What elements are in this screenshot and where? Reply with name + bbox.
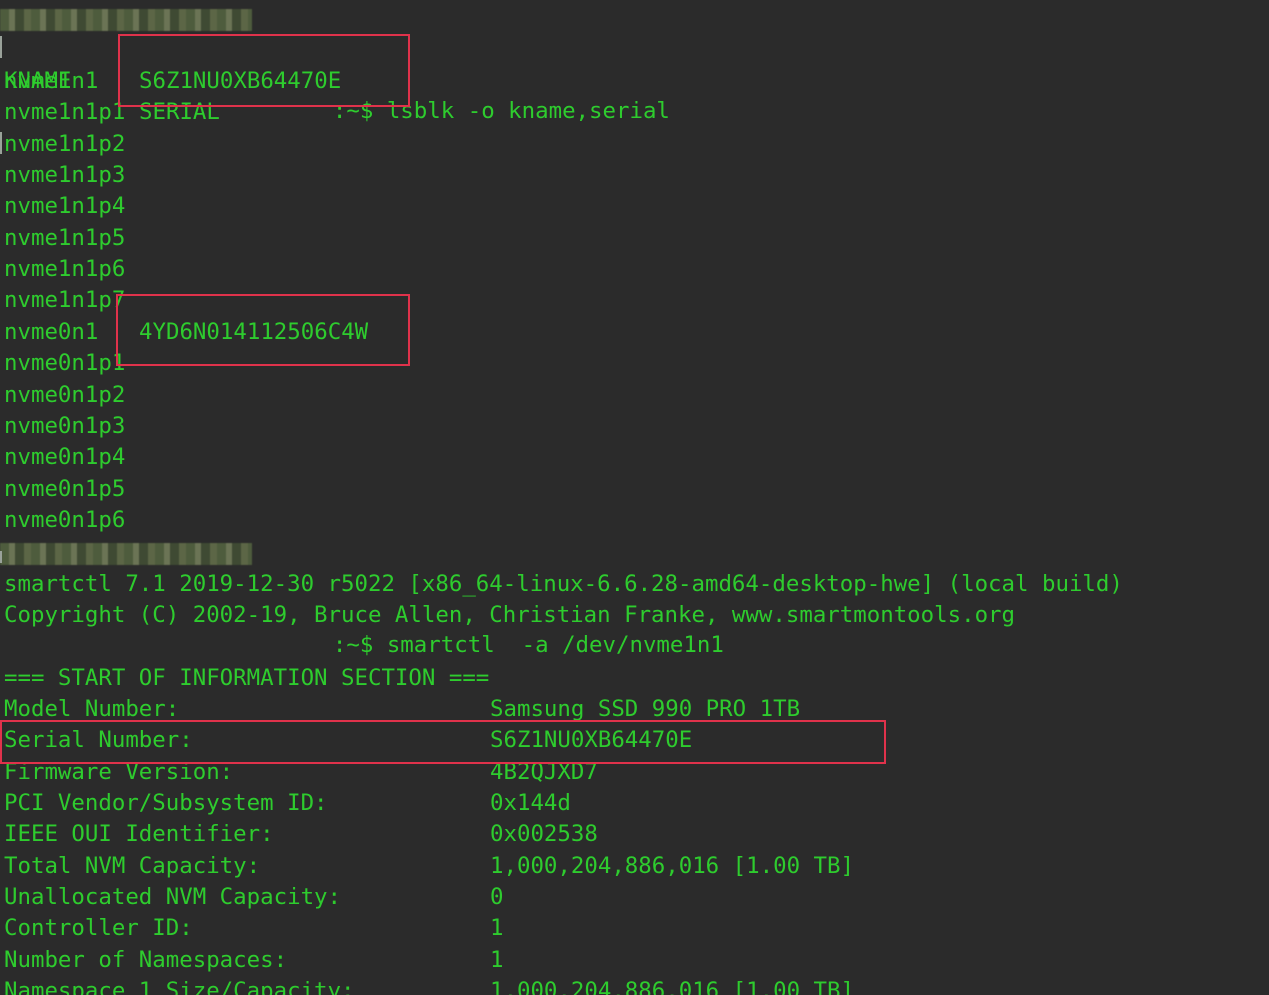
prompt-symbol: :~$ [332, 632, 374, 658]
info-row: PCI Vendor/Subsystem ID: 0x144d [4, 788, 1104, 819]
redacted-hostname [0, 543, 252, 565]
lsblk-row: nvme0n1p2 [4, 380, 604, 411]
lsblk-kname: nvme0n1p2 [4, 381, 126, 408]
left-edge-mark [0, 551, 2, 563]
lsblk-row: nvme0n1p5 [4, 474, 604, 505]
lsblk-row: nvme0n1p6 [4, 505, 604, 536]
lsblk-kname: nvme0n1p3 [4, 412, 126, 439]
terminal-window[interactable]: :~$ lsblk -o kname,serial KNAME SERIAL n… [0, 0, 1269, 995]
lsblk-row: nvme0n1p3 [4, 411, 604, 442]
lsblk-kname: nvme0n1 [4, 318, 99, 345]
highlight-box-serial-header [118, 34, 410, 107]
lsblk-kname: nvme0n1p1 [4, 350, 126, 377]
highlight-box-serial-number [0, 720, 886, 764]
info-value: 1 [490, 915, 504, 942]
info-key: Controller ID: [4, 915, 193, 942]
lsblk-row: nvme1n1p4 [4, 191, 604, 222]
info-value: 1,000,204,886,016 [1.00 TB] [490, 978, 854, 995]
lsblk-row: nvme1n1p3 [4, 160, 604, 191]
info-row: Total NVM Capacity: 1,000,204,886,016 [1.… [4, 851, 1104, 882]
redacted-hostname [0, 9, 252, 31]
info-value: 0x002538 [490, 821, 598, 848]
info-row: Unallocated NVM Capacity: 0 [4, 882, 1104, 913]
info-key: Number of Namespaces: [4, 946, 288, 973]
info-key: PCI Vendor/Subsystem ID: [4, 790, 328, 817]
lsblk-kname: nvme1n1p3 [4, 162, 126, 189]
info-key: Namespace 1 Size/Capacity: [4, 978, 355, 995]
lsblk-kname: nvme1n1p4 [4, 193, 126, 220]
info-row: Namespace 1 Size/Capacity: 1,000,204,886,… [4, 976, 1104, 995]
lsblk-kname: nvme0n1p4 [4, 444, 126, 471]
lsblk-kname: nvme0n1p6 [4, 506, 126, 533]
info-row: Number of Namespaces: 1 [4, 945, 1104, 976]
left-edge-mark [0, 36, 2, 58]
info-value: 0x144d [490, 790, 571, 817]
info-value: 1,000,204,886,016 [1.00 TB] [490, 852, 854, 879]
smartctl-copyright-line: Copyright (C) 2002-19, Bruce Allen, Chri… [4, 602, 1016, 628]
prompt-line-smartctl: :~$ smartctl -a /dev/nvme1n1 [0, 537, 800, 658]
command-smartctl: smartctl -a /dev/nvme1n1 [386, 632, 724, 658]
lsblk-kname: nvme1n1p7 [4, 287, 126, 314]
info-key: Unallocated NVM Capacity: [4, 884, 342, 911]
prompt-line-lsblk: :~$ lsblk -o kname,serial [0, 3, 700, 124]
info-value: 0 [490, 884, 504, 911]
lsblk-row: nvme1n1p5 [4, 223, 604, 254]
info-value: 1 [490, 946, 504, 973]
lsblk-kname: nvme1n1p2 [4, 130, 126, 157]
smartctl-version-line: smartctl 7.1 2019-12-30 r5022 [x86_64-li… [4, 571, 1123, 597]
left-edge-mark [0, 132, 2, 154]
lsblk-kname: nvme0n1p5 [4, 475, 126, 502]
info-row: IEEE OUI Identifier: 0x002538 [4, 819, 1104, 850]
lsblk-row: nvme0n1p4 [4, 442, 604, 473]
lsblk-kname: nvme1n1p5 [4, 224, 126, 251]
highlight-box-nvme0-serial [116, 294, 410, 366]
lsblk-row: nvme1n1p6 [4, 254, 604, 285]
section-header: === START OF INFORMATION SECTION === [4, 665, 490, 691]
info-key: IEEE OUI Identifier: [4, 821, 274, 848]
lsblk-row: nvme1n1p2 [4, 129, 604, 160]
lsblk-kname: nvme1n1 [4, 68, 99, 94]
info-key: Total NVM Capacity: [4, 852, 261, 879]
lsblk-kname: nvme1n1p1 [4, 99, 126, 126]
lsblk-kname: nvme1n1p6 [4, 256, 126, 283]
info-row: Controller ID: 1 [4, 913, 1104, 944]
